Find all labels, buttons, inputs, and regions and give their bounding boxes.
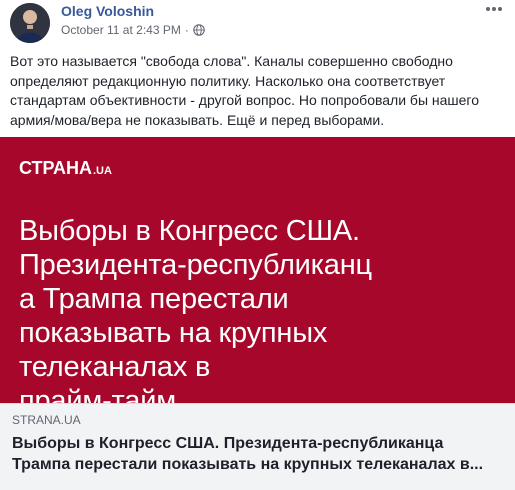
- image-headline-line: а Трампа перестали: [19, 283, 289, 315]
- meta-separator: ·: [184, 23, 189, 37]
- globe-icon[interactable]: [193, 24, 205, 36]
- more-options-icon[interactable]: [483, 2, 505, 18]
- image-headline-line: Выборы в Конгресс США.: [19, 215, 360, 247]
- link-preview-image[interactable]: СТРАНА.UA Выборы в Конгресс США. Президе…: [0, 137, 515, 403]
- link-title[interactable]: Выборы в Конгресс США. Президента-респуб…: [12, 433, 507, 475]
- image-headline-line: показывать на крупных: [19, 317, 328, 349]
- image-headline-line: Президента-республиканц: [19, 249, 372, 281]
- post-header: Oleg Voloshin October 11 at 2:43 PM ·: [0, 0, 515, 46]
- post-meta: October 11 at 2:43 PM ·: [61, 23, 205, 37]
- image-headline-line: прайм-тайм: [19, 385, 176, 403]
- avatar-photo: [10, 3, 50, 43]
- link-preview[interactable]: СТРАНА.UA Выборы в Конгресс США. Президе…: [0, 137, 515, 490]
- logo-suffix: .UA: [92, 165, 112, 177]
- author-name[interactable]: Oleg Voloshin: [61, 3, 154, 19]
- facebook-post: Oleg Voloshin October 11 at 2:43 PM · Во…: [0, 0, 515, 490]
- strana-logo: СТРАНА.UA: [19, 158, 112, 179]
- post-text: Вот это называется "свобода слова". Кана…: [10, 53, 480, 128]
- link-title-line: Выборы в Конгресс США. Президента-респуб…: [12, 435, 444, 452]
- author-avatar[interactable]: [10, 3, 50, 43]
- image-headline-line: телеканалах в: [19, 351, 211, 383]
- link-title-line: Трампа перестали показывать на крупных т…: [12, 456, 484, 473]
- link-domain: STRANA.UA: [12, 413, 81, 427]
- logo-text: СТРАНА: [19, 158, 92, 178]
- post-timestamp[interactable]: October 11 at 2:43 PM: [61, 23, 181, 37]
- link-preview-caption[interactable]: STRANA.UA Выборы в Конгресс США. Президе…: [0, 403, 515, 490]
